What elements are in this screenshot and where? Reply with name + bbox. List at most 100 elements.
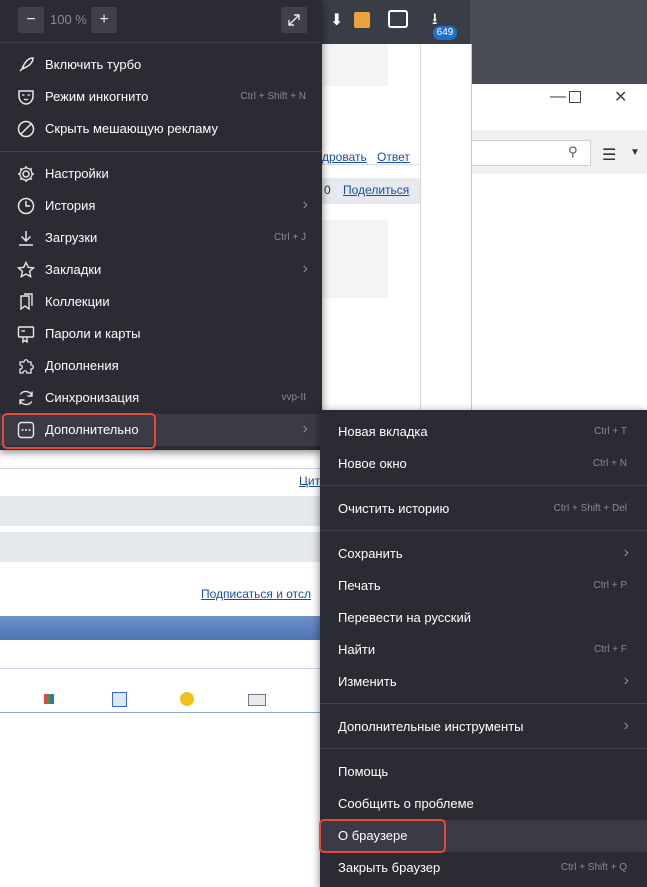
zoom-controls: − 100 % + — [0, 0, 322, 43]
menu-list-icon[interactable]: ☰ — [602, 145, 616, 165]
menu-item-help[interactable]: Помощь — [320, 756, 647, 788]
window-titlebar: — ✕ — [470, 84, 647, 131]
chevron-right-icon: › — [302, 260, 308, 277]
downloads-count-badge: 649 — [433, 26, 457, 40]
menu-item-new-window[interactable]: Новое окно Ctrl + N — [320, 448, 647, 480]
menu-item-new-tab[interactable]: Новая вкладка Ctrl + T — [320, 416, 647, 448]
zoom-in-button[interactable]: + — [91, 7, 117, 33]
vote-link[interactable]: дровать — [322, 150, 367, 164]
menu-item-bookmarks[interactable]: Закладки › — [0, 254, 322, 286]
menu-dropdown-icon[interactable]: ▼ — [630, 147, 640, 158]
menu-item-label: Закрыть браузер — [338, 860, 441, 875]
page-scroll-column — [420, 44, 472, 410]
highlight-about — [319, 819, 446, 853]
star-icon — [16, 260, 36, 278]
fullscreen-button[interactable] — [281, 7, 307, 33]
menu-separator — [320, 748, 647, 749]
chevron-right-icon: › — [623, 672, 629, 689]
menu-item-incognito[interactable]: Режим инкогнито Ctrl + Shift + N — [0, 81, 322, 113]
close-window-icon[interactable]: ✕ — [614, 87, 627, 107]
menu-separator — [320, 485, 647, 486]
menu-item-history[interactable]: История › — [0, 190, 322, 222]
minimize-icon[interactable]: — — [550, 88, 566, 106]
forum-row — [0, 496, 320, 526]
menu-item-collections[interactable]: Коллекции — [0, 286, 322, 318]
menu-item-find[interactable]: Найти Ctrl + F — [320, 634, 647, 666]
content-block — [322, 220, 388, 298]
maximize-icon[interactable] — [569, 91, 581, 103]
menu-item-save[interactable]: Сохранить › — [320, 538, 647, 570]
puzzle-icon — [19, 359, 34, 374]
zoom-out-button[interactable]: − — [18, 7, 44, 33]
subscribe-link[interactable]: Подписаться и отсл — [201, 587, 311, 601]
divider — [0, 668, 320, 669]
menu-item-passwords[interactable]: Пароли и карты — [0, 318, 322, 350]
menu-item-label: Синхронизация — [45, 390, 140, 405]
share-link[interactable]: Поделиться — [343, 183, 409, 197]
menu-item-extensions[interactable]: Дополнения — [0, 350, 322, 382]
smiley-icon[interactable] — [180, 692, 194, 706]
chevron-right-icon: › — [623, 717, 629, 734]
zoom-level: 100 % — [50, 12, 87, 27]
menu-separator — [320, 703, 647, 704]
block-icon — [17, 120, 35, 138]
key-card-icon — [17, 326, 35, 344]
menu-item-label: Настройки — [45, 166, 109, 181]
menu-item-label: Изменить — [338, 674, 397, 689]
reply-link[interactable]: Ответ — [377, 150, 410, 164]
menu-item-label: История — [45, 198, 96, 213]
menu-item-label: Перевести на русский — [338, 610, 472, 625]
shortcut-text: Ctrl + N — [592, 458, 627, 469]
chevron-right-icon: › — [623, 544, 629, 561]
menu-item-label: Сообщить о проблеме — [338, 796, 474, 811]
menu-item-label: Скрыть мешающую рекламу — [45, 121, 218, 136]
menu-item-label: Очистить историю — [338, 501, 450, 516]
table-icon[interactable] — [112, 692, 127, 707]
content-block — [322, 44, 388, 86]
download-arrow-icon[interactable]: ⬇ — [330, 10, 343, 30]
fullscreen-icon — [288, 14, 300, 26]
menu-item-edit[interactable]: Изменить › — [320, 666, 647, 698]
menu-item-block-ads[interactable]: Скрыть мешающую рекламу — [0, 113, 322, 145]
menu-item-print[interactable]: Печать Ctrl + P — [320, 570, 647, 602]
menu-item-turbo[interactable]: Включить турбо — [0, 49, 322, 81]
search-input[interactable]: ⚲ — [470, 140, 591, 166]
menu-item-label: Закладки — [45, 262, 102, 277]
more-submenu: Новая вкладка Ctrl + T Новое окно Ctrl +… — [320, 410, 647, 887]
menu-item-report[interactable]: Сообщить о проблеме — [320, 788, 647, 820]
shortcut-text: Ctrl + T — [594, 426, 627, 437]
menu-item-label: Новая вкладка — [338, 424, 428, 439]
quote-link[interactable]: Цит — [299, 474, 320, 488]
grid-icon[interactable] — [44, 694, 54, 704]
menu-item-label: Найти — [338, 642, 376, 657]
shortcut-text: Ctrl + Shift + Del — [553, 503, 627, 514]
window-titlebar-dark — [470, 0, 647, 84]
menu-item-downloads[interactable]: Загрузки Ctrl + J — [0, 222, 322, 254]
menu-item-label: Помощь — [338, 764, 389, 779]
menu-separator — [320, 530, 647, 531]
menu-item-more-tools[interactable]: Дополнительные инструменты › — [320, 711, 647, 743]
forum-row — [0, 532, 320, 562]
menu-item-label: Новое окно — [338, 456, 407, 471]
menu-item-label: Режим инкогнито — [45, 89, 149, 104]
menu-separator — [0, 151, 322, 152]
keyboard-icon[interactable] — [248, 694, 266, 706]
extension-icon[interactable] — [354, 12, 370, 28]
search-icon[interactable]: ⚲ — [568, 144, 578, 160]
menu-item-settings[interactable]: Настройки — [0, 158, 322, 190]
menu-item-label: Дополнения — [45, 358, 119, 373]
chevron-right-icon: › — [302, 420, 308, 437]
menu-item-sync[interactable]: Синхронизация vvp-II — [0, 382, 322, 414]
gear-icon — [18, 166, 34, 182]
chevron-right-icon: › — [302, 196, 308, 213]
shortcut-text: Ctrl + Shift + Q — [560, 862, 627, 873]
counter-text: 0 — [324, 183, 331, 197]
feedback-icon[interactable] — [388, 10, 408, 28]
menu-item-label: Сохранить — [338, 546, 403, 561]
menu-item-close-browser[interactable]: Закрыть браузер Ctrl + Shift + Q — [320, 852, 647, 884]
menu-item-translate[interactable]: Перевести на русский — [320, 602, 647, 634]
sync-username: vvp-II — [281, 392, 306, 403]
forum-header-bar — [0, 616, 320, 640]
menu-item-clear-history[interactable]: Очистить историю Ctrl + Shift + Del — [320, 493, 647, 525]
menu-item-label: Пароли и карты — [45, 326, 141, 341]
